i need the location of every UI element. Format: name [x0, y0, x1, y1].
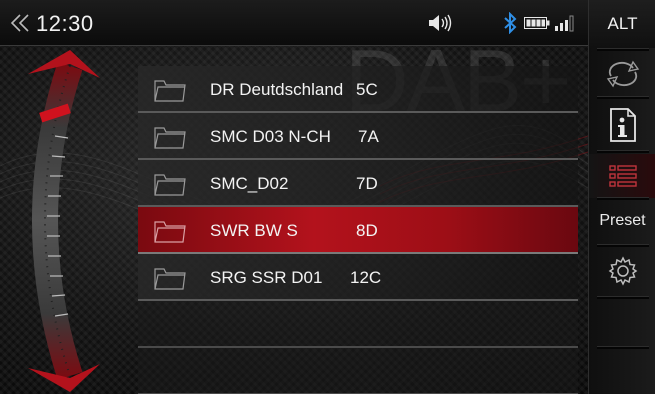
repeat-button[interactable]	[589, 52, 655, 96]
tuning-dial[interactable]	[0, 46, 135, 394]
right-sidebar: ALT Preset	[588, 0, 655, 394]
station-channel: 8D	[356, 221, 378, 240]
divider	[597, 244, 649, 247]
battery-icon	[524, 17, 550, 29]
divider	[597, 96, 649, 99]
settings-gear-icon	[608, 256, 637, 286]
empty-list-row	[138, 348, 578, 394]
clock: 12:30	[36, 11, 94, 36]
back-chevron-icon[interactable]	[8, 12, 30, 34]
station-name: SMC D03 N-CH	[210, 127, 331, 146]
preset-button[interactable]: Preset	[589, 200, 655, 242]
info-button[interactable]	[589, 100, 655, 150]
station-name: DR Deutdschland	[210, 80, 344, 99]
folder-icon	[154, 127, 186, 149]
empty-sidebar-slot	[589, 298, 655, 344]
station-channel: 7D	[356, 174, 378, 193]
settings-button[interactable]	[589, 248, 655, 294]
station-channel: 12C	[350, 268, 382, 287]
station-row[interactable]: SMC_D02 7D	[138, 160, 578, 207]
station-channel: 7A	[358, 127, 379, 146]
empty-sidebar-slot	[589, 348, 655, 394]
folder-icon	[154, 221, 186, 243]
folder-icon	[154, 268, 186, 290]
station-row[interactable]: SMC D03 N-CH 7A	[138, 113, 578, 160]
station-list: DR Deutdschland 5C SMC D03 N-CH 7A SMC_D…	[138, 66, 578, 394]
folder-icon	[154, 80, 186, 102]
station-name: SWR BW S	[210, 221, 298, 240]
info-document-icon	[609, 108, 636, 142]
station-name: SMC_D02	[210, 174, 289, 193]
station-row-selected[interactable]: SWR BW S 8D	[138, 207, 578, 254]
divider	[597, 150, 649, 153]
alt-button[interactable]: ALT	[589, 0, 655, 48]
list-view-button[interactable]	[589, 154, 655, 198]
station-row[interactable]: DR Deutdschland 5C	[138, 66, 578, 113]
divider	[597, 48, 649, 51]
repeat-icon	[606, 60, 639, 88]
station-channel: 5C	[356, 80, 378, 99]
folder-icon	[154, 174, 186, 196]
list-view-icon	[608, 165, 637, 187]
station-name: SRG SSR D01	[210, 268, 323, 287]
screen: 12:30 DAB+	[0, 0, 655, 394]
empty-list-row	[138, 301, 578, 348]
station-row[interactable]: SRG SSR D01 12C	[138, 254, 578, 301]
